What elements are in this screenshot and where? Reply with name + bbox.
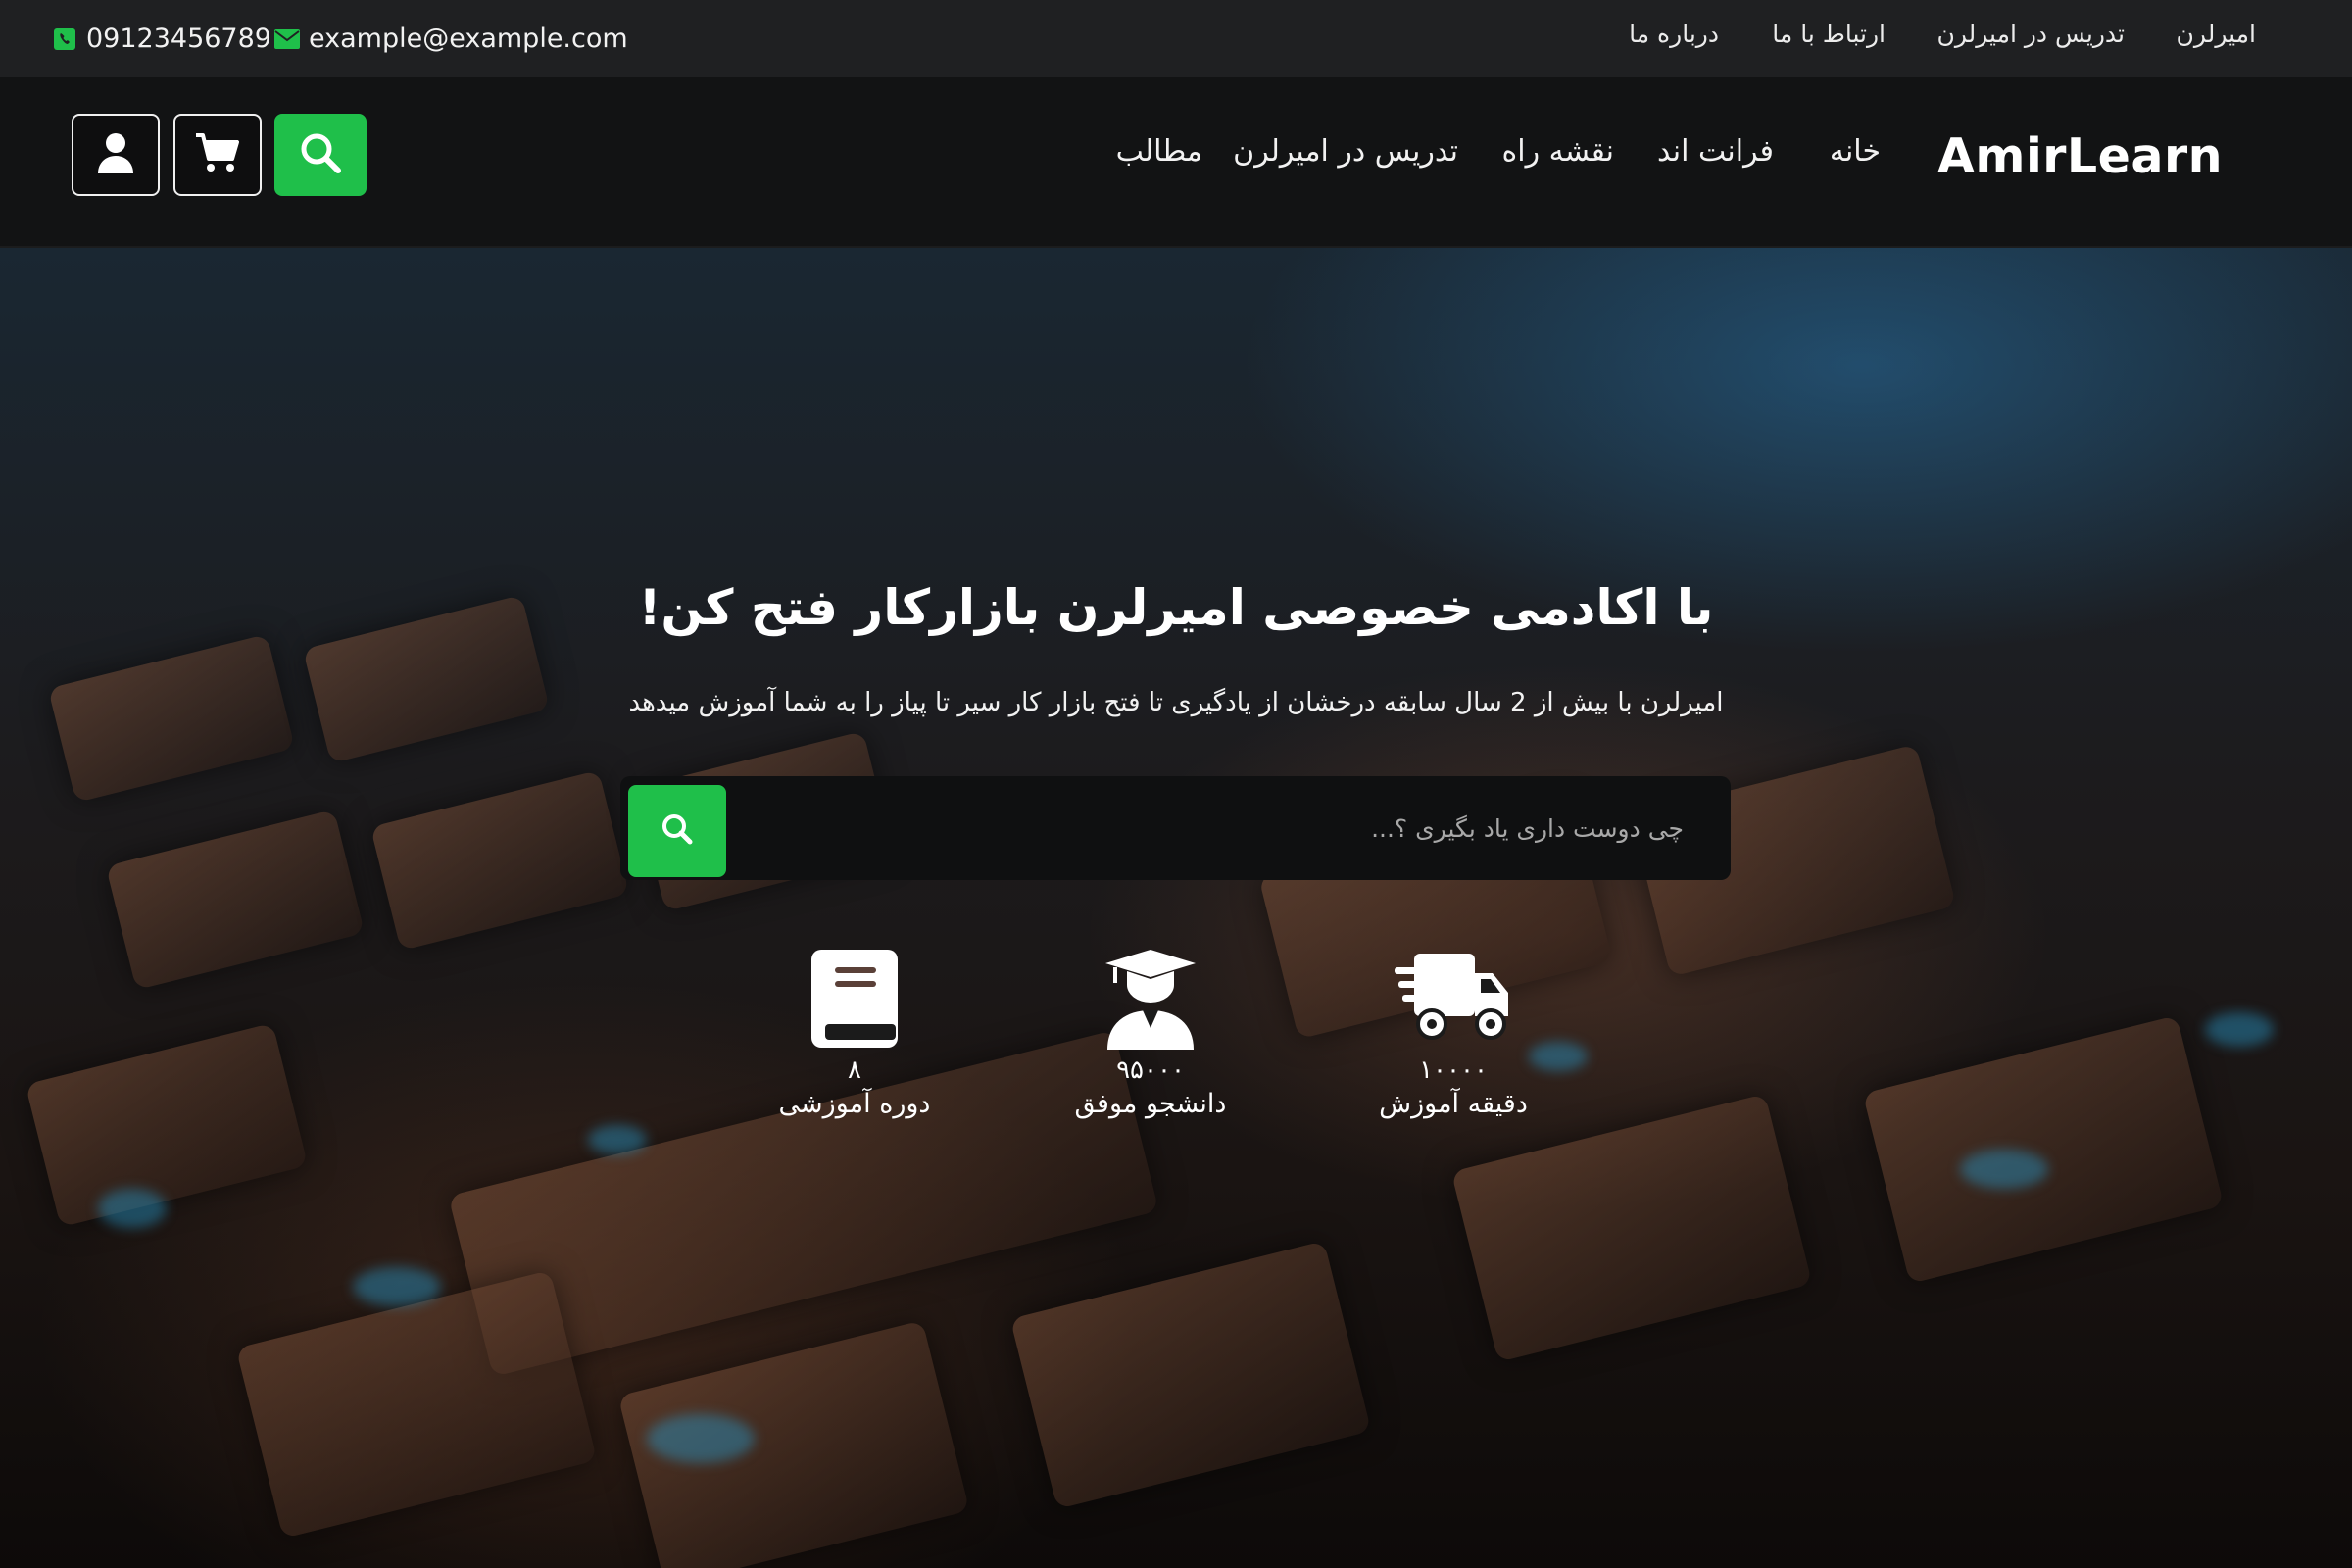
search-icon [661, 812, 694, 850]
phone-contact[interactable]: 09123456789 [52, 0, 271, 77]
site-logo[interactable]: AmirLearn [1937, 128, 2223, 184]
nav-frontend[interactable]: فرانت اند [1657, 134, 1774, 169]
stat-minutes-value: ۱۰۰۰۰ [1419, 1055, 1488, 1085]
main-header: AmirLearn خانه فرانت اند نقشه راه تدریس … [0, 77, 2352, 248]
phone-icon [52, 26, 77, 52]
header-search-button[interactable] [274, 114, 367, 196]
cart-icon [194, 131, 241, 178]
toplink-about[interactable]: درباره ما [1629, 20, 1719, 48]
stat-students-label: دانشجو موفق [1074, 1089, 1227, 1119]
envelope-icon [274, 26, 300, 52]
nav-roadmap[interactable]: نقشه راه [1502, 134, 1614, 169]
stat-minutes-label: دقیقه آموزش [1379, 1089, 1528, 1119]
hero-title: با اکادمی خصوصی امیرلرن بازارکار فتح کن! [638, 579, 1714, 636]
nav-home[interactable]: خانه [1830, 134, 1881, 169]
stat-courses-value: ۸ [848, 1055, 861, 1085]
hero-search-input[interactable] [733, 776, 1703, 880]
graduation-cap-icon [1043, 944, 1258, 1054]
book-icon [747, 944, 962, 1054]
stat-students-value: ۹۵۰۰۰ [1116, 1055, 1185, 1085]
hero-section: با اکادمی خصوصی امیرلرن بازارکار فتح کن!… [0, 248, 2352, 1568]
email-contact[interactable]: example@example.com [274, 0, 628, 77]
nav-articles[interactable]: مطالب [1116, 134, 1202, 169]
toplink-amirlearn[interactable]: امیرلرن [2177, 20, 2256, 48]
top-bar: 09123456789 example@example.com امیرلرن … [0, 0, 2352, 77]
stat-minutes: ۱۰۰۰۰ دقیقه آموزش [1346, 944, 1561, 1119]
hero-subtitle: امیرلرن با بیش از 2 سال سابقه درخشان از … [628, 688, 1724, 717]
cart-button[interactable] [173, 114, 262, 196]
stat-students: ۹۵۰۰۰ دانشجو موفق [1043, 944, 1258, 1119]
user-account-button[interactable] [72, 114, 160, 196]
search-icon [298, 130, 343, 179]
stat-courses: ۸ دوره آموزشی [747, 944, 962, 1119]
user-icon [96, 131, 135, 178]
stat-courses-label: دوره آموزشی [778, 1089, 931, 1119]
email-address: example@example.com [309, 24, 628, 54]
phone-number: 09123456789 [86, 24, 271, 54]
hero-search-button[interactable] [628, 785, 726, 877]
toplink-contact[interactable]: ارتباط با ما [1772, 20, 1886, 48]
toplink-teach[interactable]: تدریس در امیرلرن [1936, 20, 2125, 48]
hero-search-bar [620, 776, 1731, 880]
truck-icon [1346, 944, 1561, 1054]
nav-teach[interactable]: تدریس در امیرلرن [1233, 134, 1458, 169]
